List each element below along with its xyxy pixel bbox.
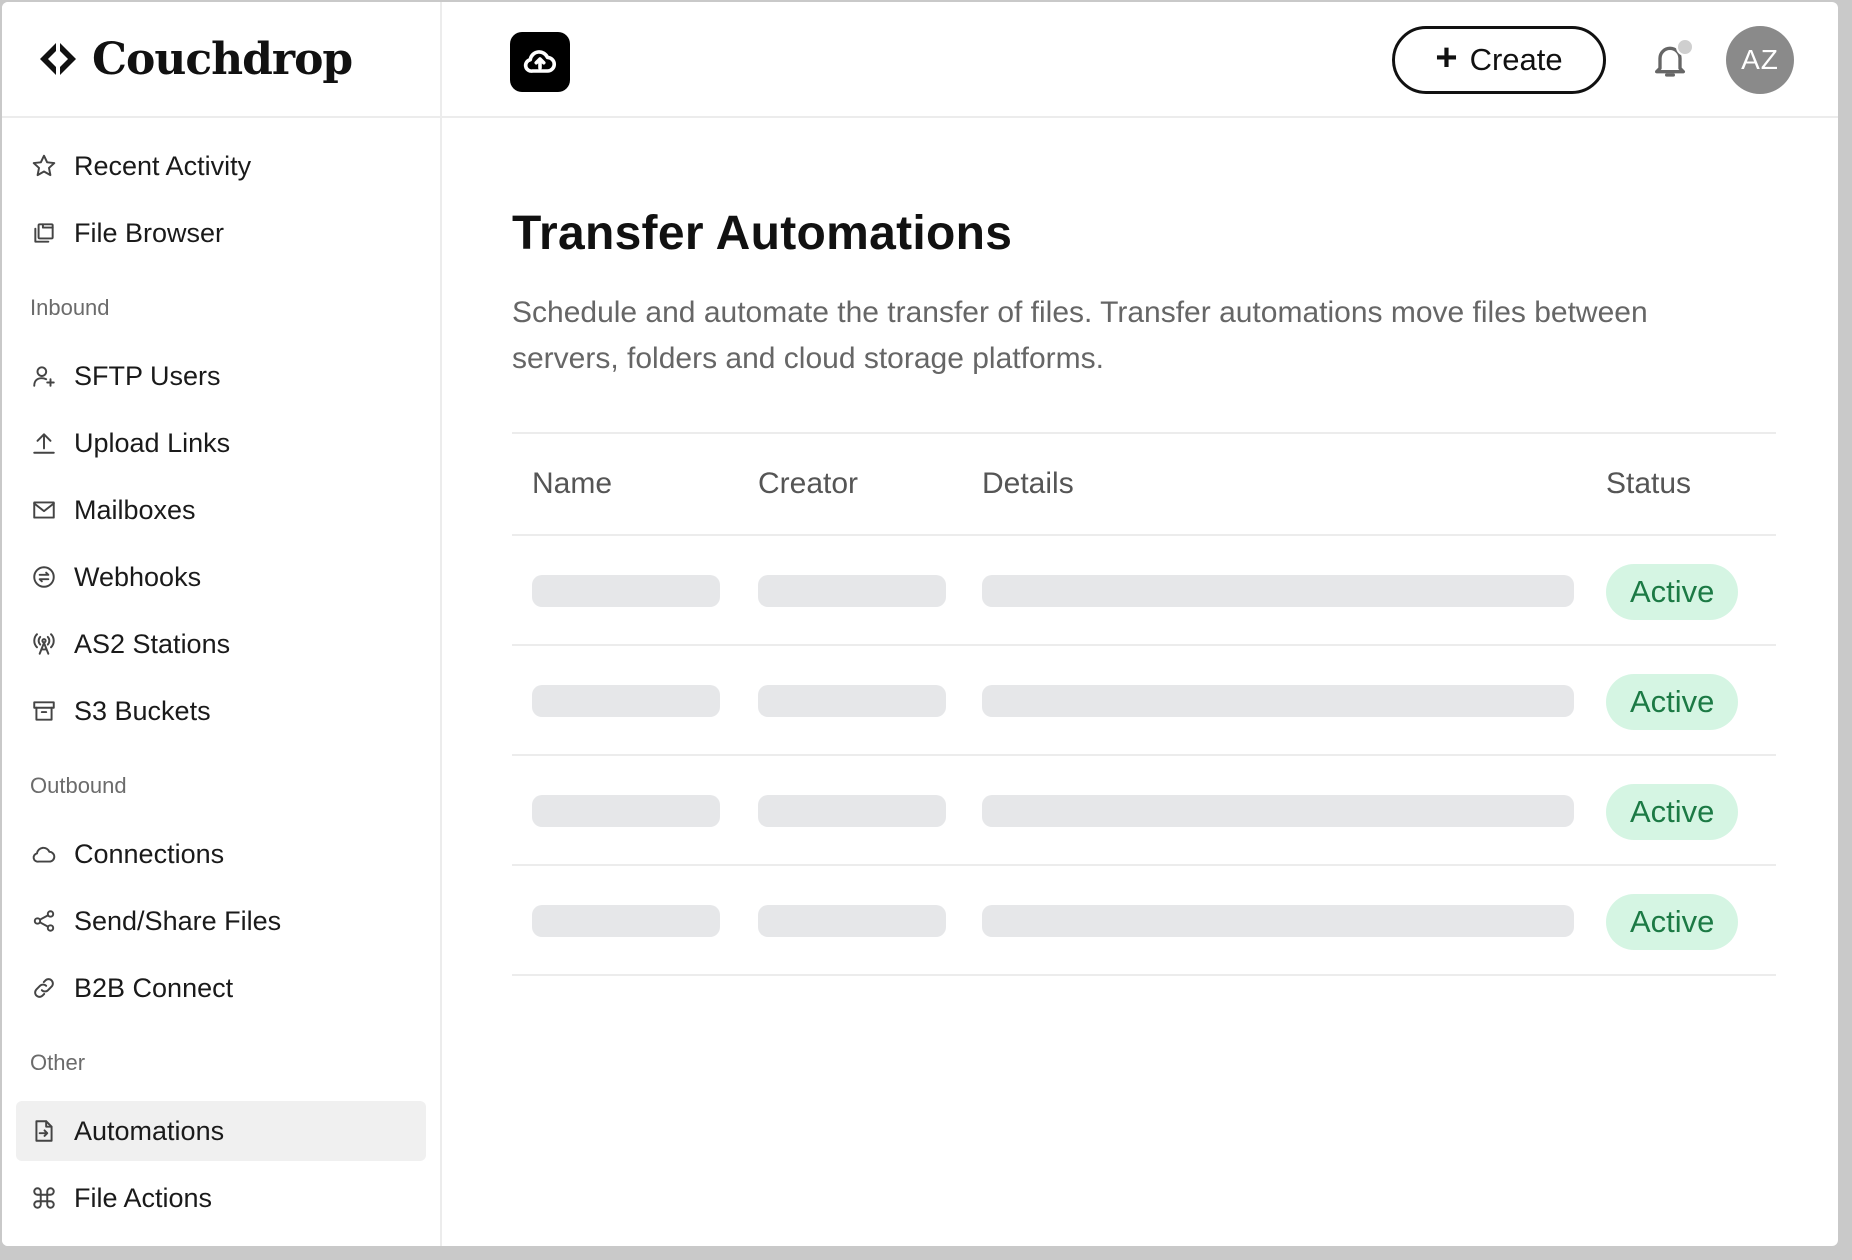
table-header: Name Creator Details Status (512, 434, 1776, 536)
automations-table: Name Creator Details Status Active Activ… (512, 432, 1776, 976)
share-icon (30, 907, 58, 935)
user-plus-icon (30, 362, 58, 390)
sidebar-item-mailboxes[interactable]: Mailboxes (16, 480, 426, 540)
sidebar-item-file-browser[interactable]: File Browser (16, 203, 426, 263)
sidebar-item-label: B2B Connect (74, 972, 234, 1003)
webhook-icon (30, 563, 58, 591)
details-skeleton (982, 905, 1574, 937)
avatar[interactable]: AZ (1726, 26, 1794, 94)
page-title: Transfer Automations (512, 207, 1013, 260)
brand-name: Couchdrop (92, 33, 353, 85)
main-content: Transfer Automations Schedule and automa… (442, 120, 1838, 1246)
sidebar-item-label: Automations (74, 1115, 225, 1146)
status-badge: Active (1606, 894, 1739, 950)
section-heading-other: Other (30, 1050, 86, 1075)
sidebar-item-label: File Actions (74, 1182, 213, 1213)
archive-icon (30, 697, 58, 725)
name-skeleton (532, 905, 720, 937)
sidebar-item-webhooks[interactable]: Webhooks (16, 547, 426, 607)
sidebar-item-send-share-files[interactable]: Send/Share Files (16, 891, 426, 951)
creator-skeleton (758, 575, 946, 607)
table-row[interactable]: Active (512, 646, 1776, 756)
creator-skeleton (758, 905, 946, 937)
antenna-icon (30, 630, 58, 658)
diamond-logo-icon (40, 37, 76, 81)
table-row[interactable]: Active (512, 756, 1776, 866)
cloud-upload-icon[interactable] (510, 32, 570, 92)
sidebar-item-s3-buckets[interactable]: S3 Buckets (16, 681, 426, 741)
column-header-creator[interactable]: Creator (758, 467, 858, 501)
sidebar-nav: Recent Activity File Browser Inbound SFT… (2, 118, 440, 1228)
top-bar: + Create AZ (442, 2, 1838, 118)
details-skeleton (982, 575, 1574, 607)
sidebar-item-label: Connections (74, 838, 225, 869)
section-heading-inbound: Inbound (30, 295, 110, 320)
sidebar-item-connections[interactable]: Connections (16, 824, 426, 884)
brand-logo[interactable]: Couchdrop (2, 2, 440, 118)
column-header-name[interactable]: Name (532, 467, 612, 501)
creator-skeleton (758, 795, 946, 827)
sidebar-item-label: Upload Links (74, 427, 231, 458)
status-badge: Active (1606, 564, 1739, 620)
app-window: Couchdrop Recent Activity File Browser I… (2, 2, 1838, 1246)
sidebar-item-upload-links[interactable]: Upload Links (16, 413, 426, 473)
column-header-status[interactable]: Status (1606, 467, 1691, 501)
status-badge: Active (1606, 784, 1739, 840)
create-button-label: Create (1469, 42, 1563, 77)
files-icon (30, 219, 58, 247)
name-skeleton (532, 575, 720, 607)
sidebar-item-sftp-users[interactable]: SFTP Users (16, 346, 426, 406)
creator-skeleton (758, 685, 946, 717)
sidebar-item-file-actions[interactable]: File Actions (16, 1168, 426, 1228)
status-badge: Active (1606, 674, 1739, 730)
notification-dot (1676, 38, 1694, 56)
cloud-icon (30, 840, 58, 868)
name-skeleton (532, 795, 720, 827)
plus-icon: + (1435, 37, 1458, 79)
star-icon (30, 152, 58, 180)
sidebar-item-label: SFTP Users (74, 360, 221, 391)
page-description: Schedule and automate the transfer of fi… (512, 296, 1648, 375)
sidebar-item-label: Send/Share Files (74, 905, 282, 936)
table-row[interactable]: Active (512, 536, 1776, 646)
name-skeleton (532, 685, 720, 717)
section-heading-outbound: Outbound (30, 773, 127, 798)
sidebar-item-label: File Browser (74, 217, 225, 248)
sidebar-item-label: Mailboxes (74, 494, 196, 525)
file-arrow-icon (30, 1117, 58, 1145)
sidebar-item-label: Webhooks (74, 561, 202, 592)
sidebar-item-label: AS2 Stations (74, 628, 231, 659)
mail-icon (30, 496, 58, 524)
command-icon (30, 1184, 58, 1212)
sidebar-item-label: Recent Activity (74, 150, 252, 181)
sidebar-item-recent-activity[interactable]: Recent Activity (16, 136, 426, 196)
create-button[interactable]: + Create (1392, 26, 1606, 94)
sidebar-item-b2b-connect[interactable]: B2B Connect (16, 958, 426, 1018)
sidebar-item-as2-stations[interactable]: AS2 Stations (16, 614, 426, 674)
column-header-details[interactable]: Details (982, 467, 1074, 501)
sidebar: Couchdrop Recent Activity File Browser I… (2, 2, 442, 1246)
details-skeleton (982, 685, 1574, 717)
sidebar-item-automations[interactable]: Automations (16, 1101, 426, 1161)
upload-icon (30, 429, 58, 457)
table-row[interactable]: Active (512, 866, 1776, 976)
bell-icon[interactable] (1650, 38, 1694, 84)
link-icon (30, 974, 58, 1002)
details-skeleton (982, 795, 1574, 827)
sidebar-item-label: S3 Buckets (74, 695, 211, 726)
